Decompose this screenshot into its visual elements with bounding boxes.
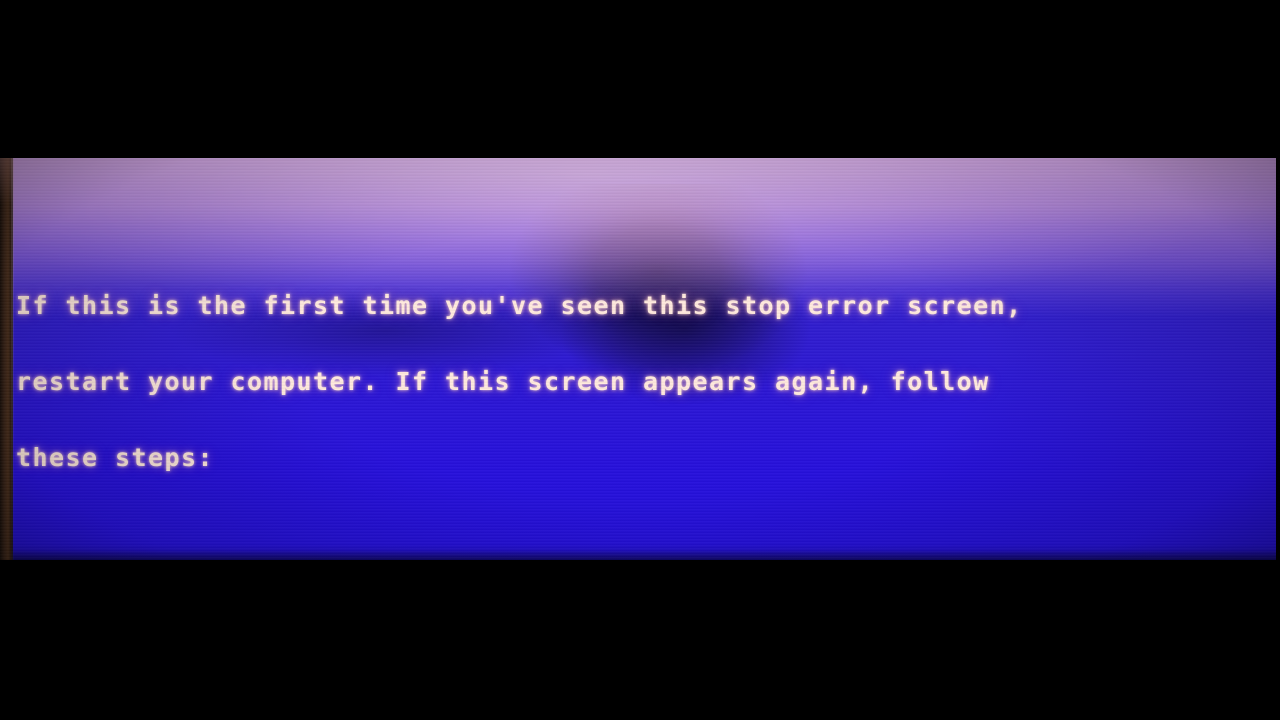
bsod-line: If this is the first time you've seen th… [16,291,1023,321]
right-black-edge [1276,158,1280,560]
screenshot-stage: If this is the first time you've seen th… [0,0,1280,720]
bsod-line: these steps: [16,443,215,473]
panel-bottom-shading [0,550,1276,560]
letterbox-bottom [0,560,1280,720]
photographed-monitor: If this is the first time you've seen th… [0,158,1276,560]
letterbox-top [0,0,1280,158]
bsod-line: restart your computer. If this screen ap… [16,367,990,397]
bsod-paragraph-first-time: If this is the first time you've seen th… [16,242,1276,521]
bsod-text-block: If this is the first time you've seen th… [16,166,1276,560]
monitor-panel-edge [11,158,14,560]
